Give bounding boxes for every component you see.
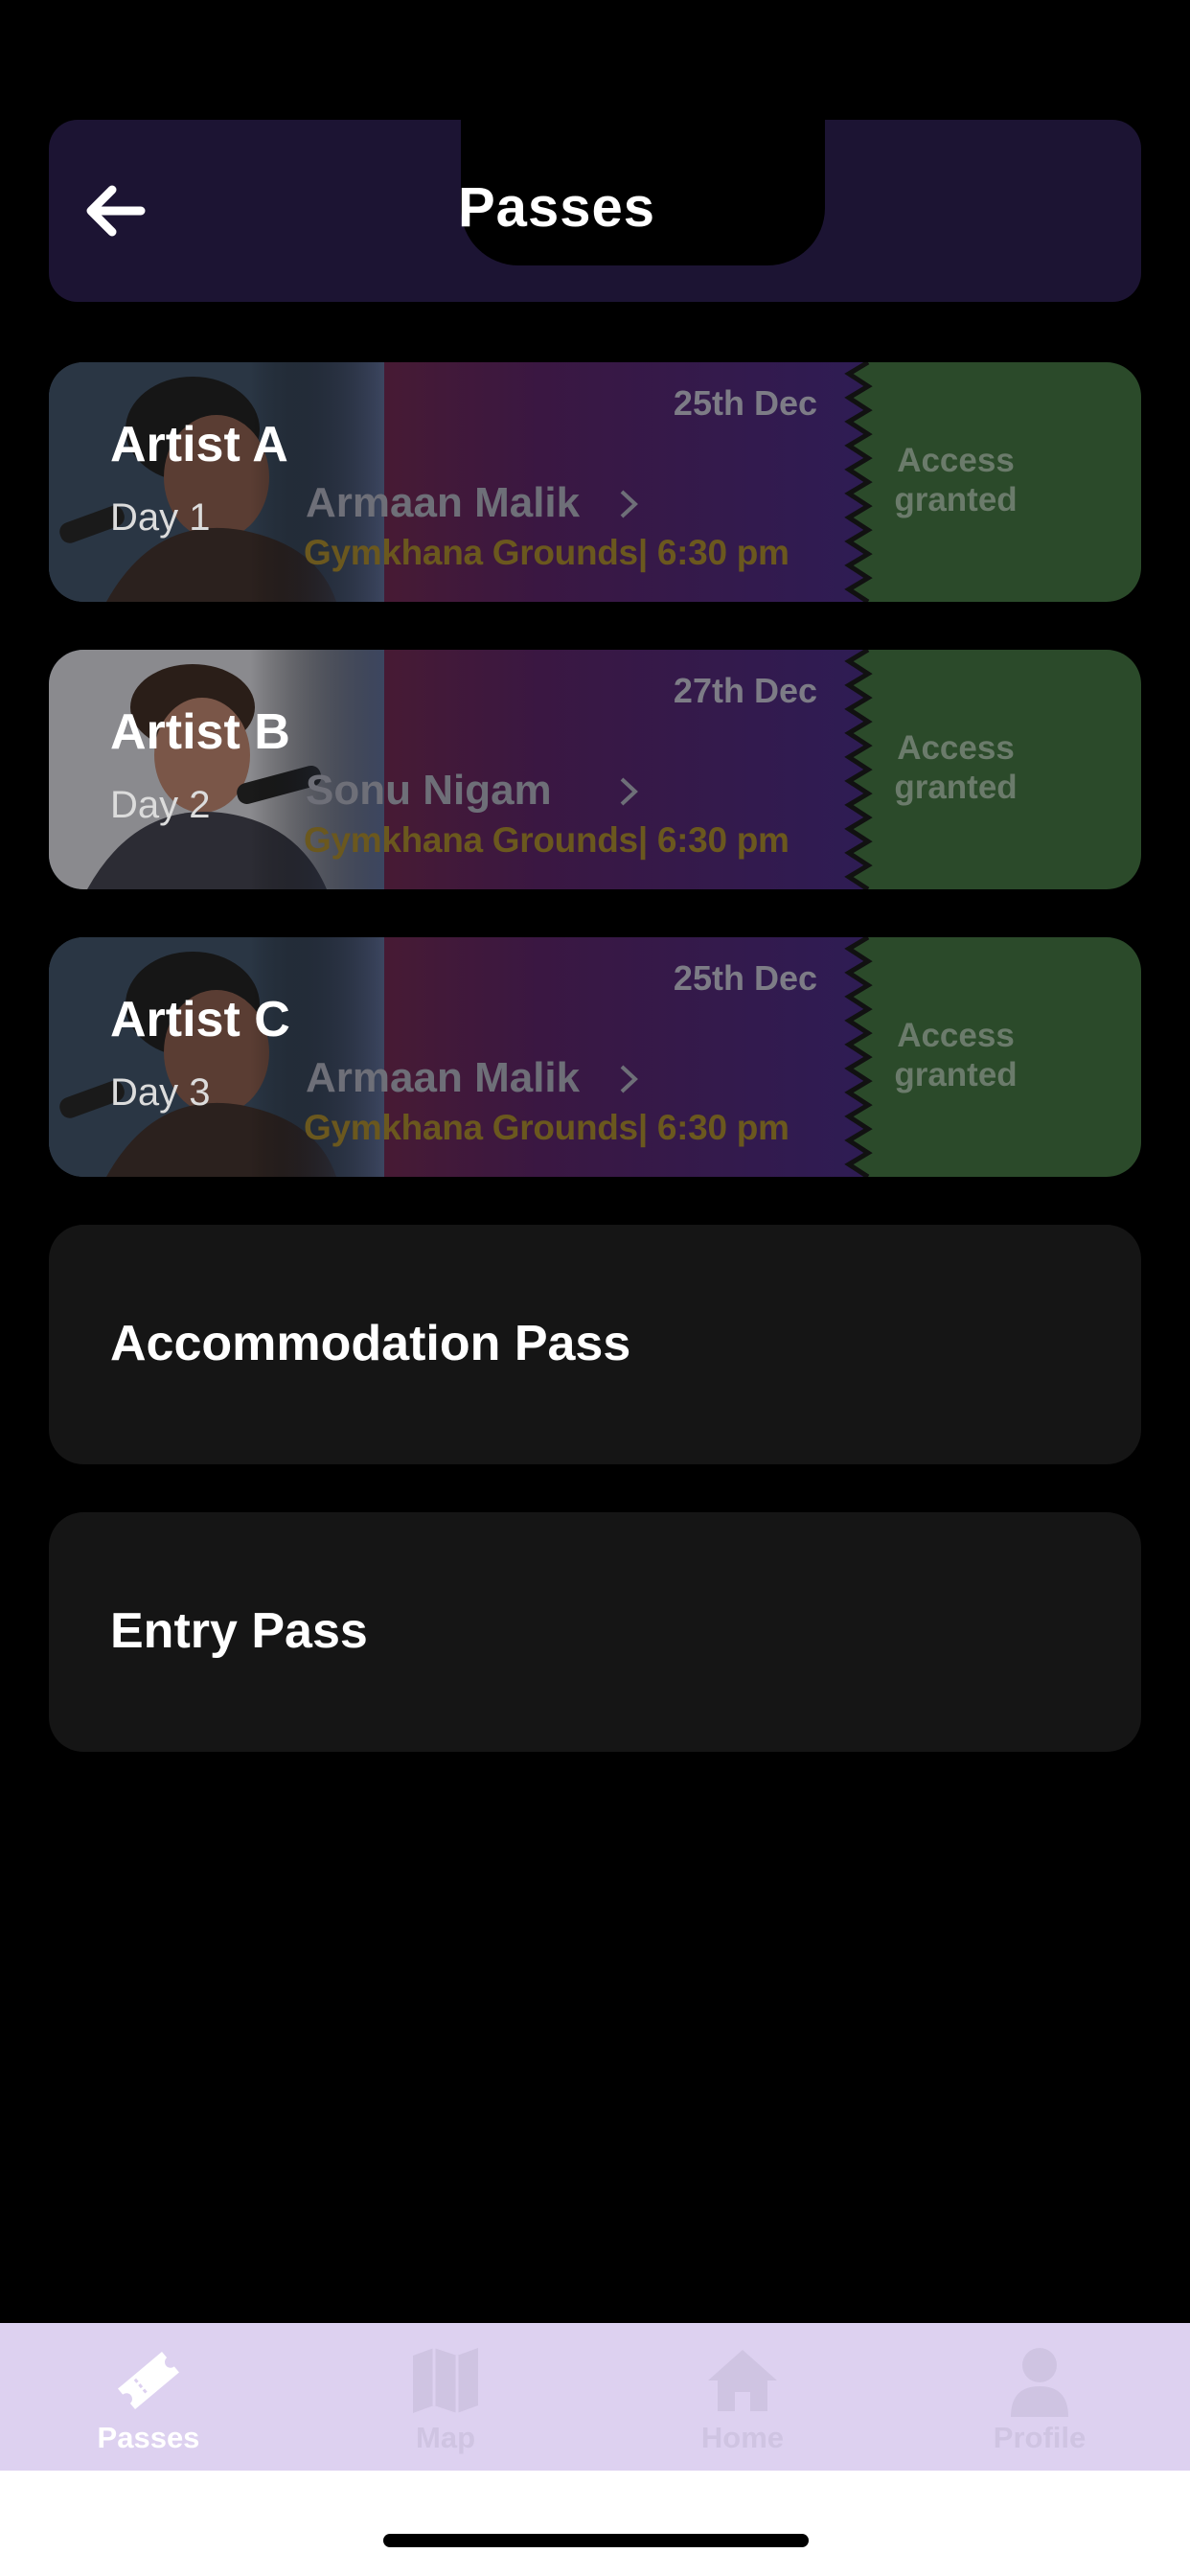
ticket-venue: Gymkhana Grounds| 6:30 pm — [304, 1108, 790, 1147]
ticket-day: Day 3 — [110, 1071, 211, 1114]
tab-label: Profile — [993, 2421, 1087, 2454]
tab-profile[interactable]: Profile — [891, 2323, 1188, 2471]
ticket-title: Artist A — [110, 417, 288, 472]
ticket-venue: Gymkhana Grounds| 6:30 pm — [304, 533, 790, 572]
chevron-right-icon — [620, 490, 638, 518]
pass-label: Accommodation Pass — [110, 1316, 631, 1371]
home-indicator-area — [0, 2471, 1190, 2576]
access-status: Access granted — [894, 729, 1018, 806]
pass-label: Entry Pass — [110, 1603, 368, 1659]
accommodation-pass-card[interactable]: Accommodation Pass — [49, 1225, 1141, 1464]
ticket-day: Day 1 — [110, 496, 211, 539]
ticket-performer: Armaan Malik — [306, 479, 581, 526]
tab-home[interactable]: Home — [594, 2323, 891, 2471]
bottom-tab-bar: Passes Map Home Profile — [0, 2323, 1190, 2471]
entry-pass-card[interactable]: Entry Pass — [49, 1512, 1141, 1752]
ticket-date: 27th Dec — [673, 671, 817, 710]
ticket-card-artist-a[interactable]: Artist A Day 1 25th Dec Armaan Malik Gym… — [49, 362, 1141, 602]
chevron-right-icon — [620, 1065, 638, 1093]
ticket-performer: Sonu Nigam — [306, 767, 552, 814]
ticket-card-artist-c[interactable]: Artist C Day 3 25th Dec Armaan Malik Gym… — [49, 937, 1141, 1177]
home-indicator[interactable] — [383, 2534, 809, 2547]
tab-map[interactable]: Map — [297, 2323, 594, 2471]
header-bar: Passes — [49, 120, 1141, 302]
ticket-title: Artist B — [110, 704, 290, 760]
home-icon — [708, 2350, 777, 2411]
ticket-date: 25th Dec — [673, 958, 817, 998]
ticket-card-artist-b[interactable]: Artist B Day 2 27th Dec Sonu Nigam Gymkh… — [49, 650, 1141, 889]
ticket-title: Artist C — [110, 992, 290, 1047]
ticket-performer: Armaan Malik — [306, 1054, 581, 1101]
tab-passes[interactable]: Passes — [0, 2323, 297, 2471]
ticket-date: 25th Dec — [673, 383, 817, 423]
ticket-day: Day 2 — [110, 784, 211, 826]
access-status: Access granted — [894, 1017, 1018, 1093]
ticket-icon — [118, 2351, 179, 2410]
page-title: Passes — [458, 176, 655, 239]
map-icon — [413, 2348, 478, 2413]
chevron-right-icon — [620, 777, 638, 806]
tab-label: Passes — [97, 2421, 200, 2454]
tab-label: Map — [416, 2421, 475, 2454]
profile-icon — [1011, 2348, 1068, 2417]
ticket-venue: Gymkhana Grounds| 6:30 pm — [304, 820, 790, 860]
access-status: Access granted — [894, 442, 1018, 518]
tab-label: Home — [700, 2421, 785, 2454]
